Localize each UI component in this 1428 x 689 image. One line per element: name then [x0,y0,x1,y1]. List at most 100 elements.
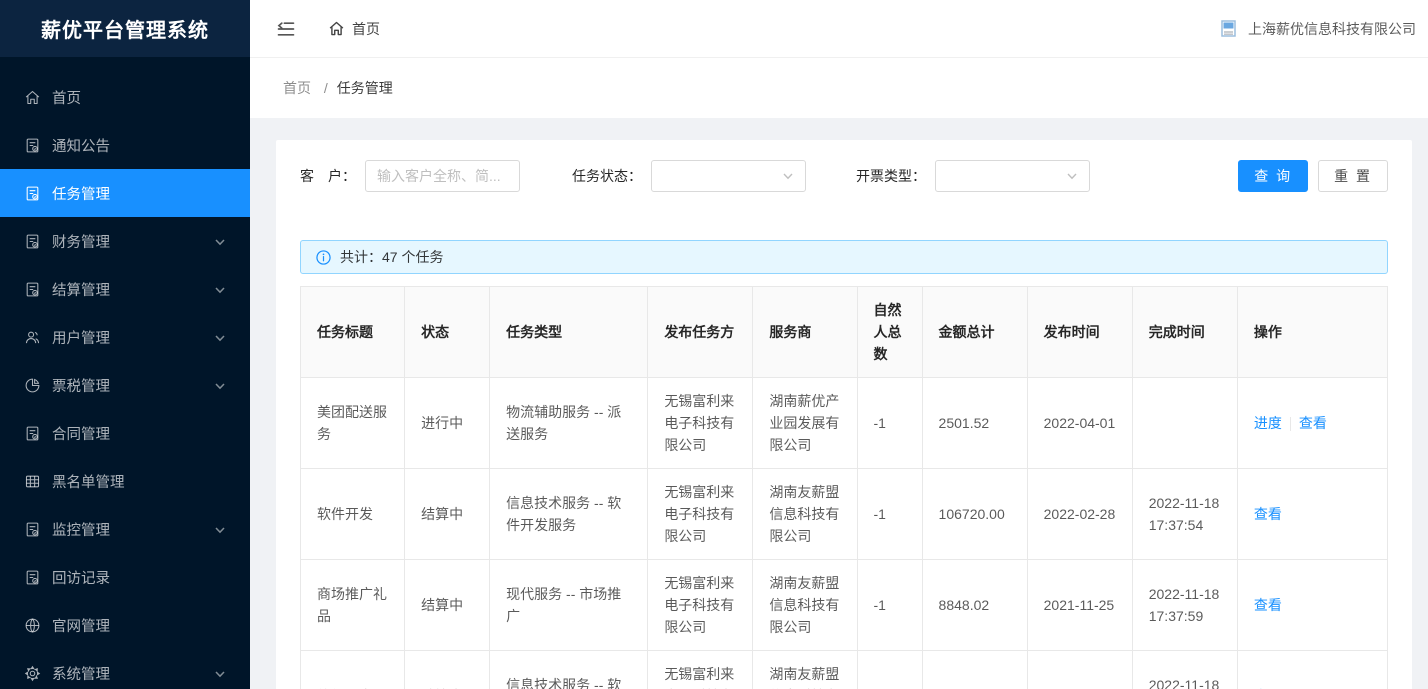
cell-task-title: 软件开发 [301,469,405,560]
cell-status: 结算中 [405,469,490,560]
sidebar-item[interactable]: 票税管理 [0,361,250,409]
callback-icon [24,569,41,586]
cell-status: 结算中 [405,651,490,689]
cell-amount: 104500.00 [922,651,1027,689]
breadcrumb-item: 任务管理 / [337,78,393,98]
topbar-user[interactable]: 上海薪优信息科技有限公司 [1221,19,1416,39]
cell-task-title: 美团配送服务 [301,378,405,469]
breadcrumb-separator: / [324,80,328,96]
cell-publisher: 无锡富利来电子科技有限公司 [648,378,753,469]
action-link[interactable]: 进度 [1254,415,1282,431]
info-circle-icon [316,250,331,265]
sidebar-item-label: 官网管理 [52,615,214,636]
breadcrumb-item: 首页 / [283,78,337,98]
table-header-cell: 任务类型 [490,287,648,378]
cell-provider: 湖南薪优产业园发展有限公司 [753,378,857,469]
cell-actions: 查看 [1237,469,1387,560]
cell-provider: 湖南友薪盟信息科技有限公司 [753,651,857,689]
cell-finished: 2022-11-18 17:37:54 [1132,469,1237,560]
chevron-down-icon [782,170,794,182]
table-header-cell: 金额总计 [922,287,1027,378]
cell-actions: 查看 [1237,560,1387,651]
table-row: 美团配送服务 进行中 物流辅助服务 -- 派送服务 无锡富利来电子科技有限公司 … [301,378,1388,469]
table-header-cell: 发布时间 [1027,287,1132,378]
action-link[interactable]: 查看 [1299,415,1327,431]
sidebar-item[interactable]: 合同管理 [0,409,250,457]
topbar: 首页 上海薪优信息科技有限公司 [250,0,1428,58]
chevron-down-icon [214,331,226,343]
cell-amount: 2501.52 [922,378,1027,469]
sidebar-item-label: 通知公告 [52,135,214,156]
sidebar-menu: 首页 通知公告 任务管理 财务管理 [0,57,250,689]
table-header-cell: 操作 [1237,287,1387,378]
user-icon [24,329,41,346]
sidebar-item[interactable]: 用户管理 [0,313,250,361]
blacklist-icon [24,473,41,490]
breadcrumb: 首页 / 任务管理 / [283,78,393,98]
cell-provider: 湖南友薪盟信息科技有限公司 [753,560,857,651]
task-card: 客 户： 任务状态： 开票类型： 查 询 重 置 [276,140,1412,689]
sidebar-item[interactable]: 系统管理 [0,649,250,689]
cell-status: 进行中 [405,378,490,469]
table-header-cell: 发布任务方 [648,287,753,378]
system-icon [24,665,41,682]
main-area: 首页 上海薪优信息科技有限公司 首页 / [250,0,1428,689]
sidebar-item-label: 票税管理 [52,375,214,396]
page: 薪优平台管理系统 首页 通知公告 任务管理 [0,0,1428,689]
table-header-cell: 状态 [405,287,490,378]
sidebar-item-label: 首页 [52,87,214,108]
table-body: 美团配送服务 进行中 物流辅助服务 -- 派送服务 无锡富利来电子科技有限公司 … [301,378,1388,689]
finance-icon [24,233,41,250]
topbar-home-link[interactable]: 首页 [328,19,380,39]
customer-label: 客 户： [300,166,356,186]
sidebar-item[interactable]: 回访记录 [0,553,250,601]
cell-task-type: 现代服务 -- 市场推广 [490,560,648,651]
search-button[interactable]: 查 询 [1238,160,1308,192]
topbar-home-label: 首页 [352,19,380,39]
sidebar-item[interactable]: 财务管理 [0,217,250,265]
sidebar-item[interactable]: 黑名单管理 [0,457,250,505]
task-status-select[interactable] [651,160,806,192]
breadcrumb-label[interactable]: 任务管理 [337,80,393,96]
sidebar-item[interactable]: 首页 [0,73,250,121]
cell-amount: 8848.02 [922,560,1027,651]
cell-published: 2021-11-25 [1027,560,1132,651]
menu-fold-icon[interactable] [276,19,296,39]
chevron-down-icon [214,283,226,295]
action-link[interactable]: 查看 [1254,597,1282,613]
table-row: 商场推广礼品 结算中 现代服务 -- 市场推广 无锡富利来电子科技有限公司 湖南… [301,560,1388,651]
task-icon [24,185,41,202]
avatar-broken-image-icon [1221,20,1236,37]
chevron-down-icon [214,667,226,679]
table-header-cell: 自然人总数 [857,287,922,378]
customer-input[interactable] [365,160,520,192]
company-name: 上海薪优信息科技有限公司 [1248,19,1416,39]
chevron-down-icon [1066,170,1078,182]
invoice-type-select[interactable] [935,160,1090,192]
cell-persons: -1 [857,378,922,469]
breadcrumb-label[interactable]: 首页 [283,80,311,96]
sidebar-item[interactable]: 官网管理 [0,601,250,649]
notice-icon [24,137,41,154]
sidebar-item-label: 回访记录 [52,567,214,588]
total-alert: 共计：47 个任务 [300,240,1388,274]
cell-actions: 进度 查看 [1237,378,1387,469]
cell-finished: 2022-11-18 17:37:59 [1132,560,1237,651]
task-status-label: 任务状态： [572,166,642,186]
app-title: 薪优平台管理系统 [0,0,250,57]
sidebar-item[interactable]: 通知公告 [0,121,250,169]
sidebar-item[interactable]: 监控管理 [0,505,250,553]
content: 客 户： 任务状态： 开票类型： 查 询 重 置 [250,118,1428,689]
filter-buttons: 查 询 重 置 [1238,160,1388,192]
cell-persons: -1 [857,560,922,651]
table-header-cell: 任务标题 [301,287,405,378]
action-link[interactable]: 查看 [1254,506,1282,522]
cell-task-type: 信息技术服务 -- 软件开发服务 [490,651,648,689]
table-row: 软件开发 结算中 信息技术服务 -- 软件开发服务 无锡富利来电子科技有限公司 … [301,651,1388,689]
cell-finished: 2022-11-18 17:38:04 [1132,651,1237,689]
cell-publisher: 无锡富利来电子科技有限公司 [648,560,753,651]
cell-task-title: 商场推广礼品 [301,560,405,651]
sidebar-item[interactable]: 结算管理 [0,265,250,313]
sidebar-item[interactable]: 任务管理 [0,169,250,217]
reset-button[interactable]: 重 置 [1318,160,1388,192]
